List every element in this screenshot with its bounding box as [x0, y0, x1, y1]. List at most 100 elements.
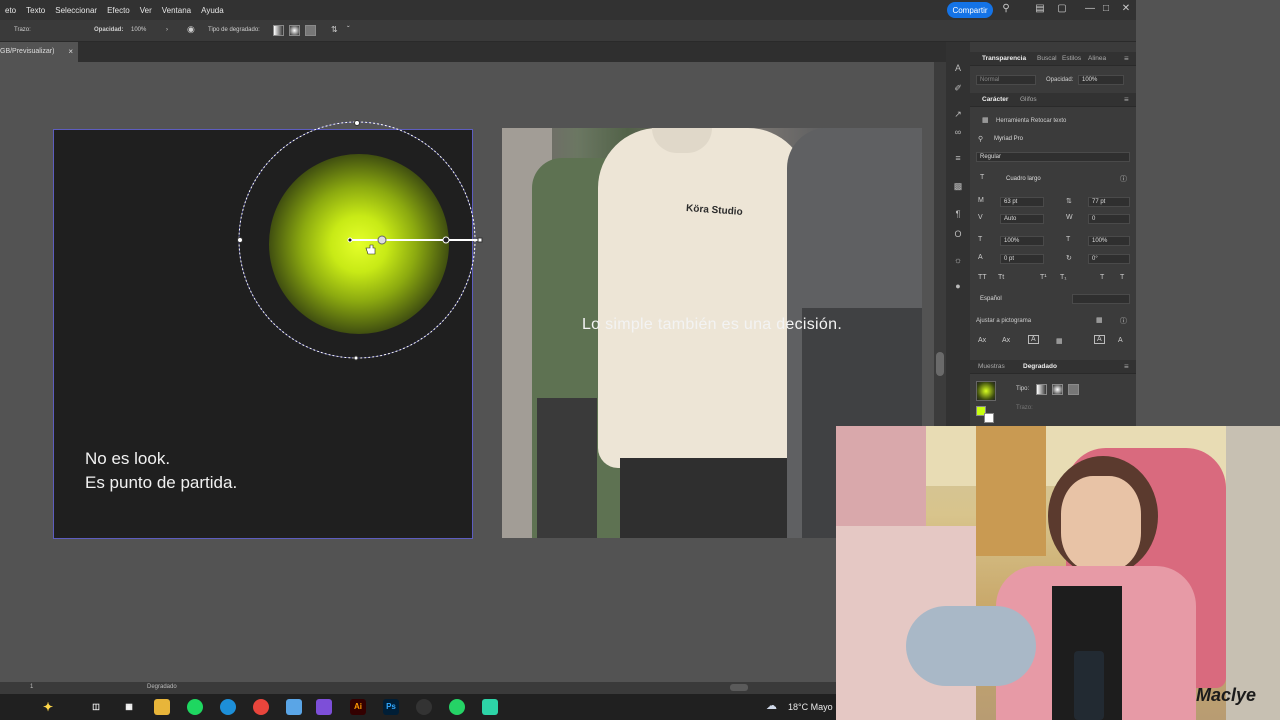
glyph-bounds-snap-icon[interactable]: A [1028, 335, 1039, 344]
anti-alias-select[interactable] [1072, 294, 1130, 304]
weather-text[interactable]: 18°C Mayo [788, 702, 833, 712]
artboard-number[interactable]: 1 [30, 684, 33, 690]
scrollbar-thumb[interactable] [936, 352, 944, 376]
snap-options-icon[interactable]: ▦ [1096, 316, 1103, 324]
menu-item-ventana[interactable]: Ventana [157, 6, 196, 15]
radial-type-icon[interactable] [1052, 384, 1063, 395]
radial-gradient-icon[interactable] [289, 25, 300, 36]
touch-type-tool-label[interactable]: Herramienta Retocar texto [996, 118, 1066, 124]
baseline-shift-field[interactable]: 0 pt [1000, 254, 1044, 264]
obs-icon[interactable] [416, 699, 432, 715]
document-tab[interactable]: GB/Previsualizar) × [0, 42, 78, 62]
tab-glifos[interactable]: Glifos [1020, 96, 1037, 103]
menu-item-objeto[interactable]: eto [0, 6, 21, 15]
recolor-icon[interactable]: ◉ [187, 24, 195, 35]
canvas[interactable]: No es look. Es punto de partida. Köra St… [0, 62, 946, 682]
menu-item-ver[interactable]: Ver [135, 6, 157, 15]
tab-transparencia[interactable]: Transparencia [982, 55, 1026, 62]
notes-app-icon[interactable] [286, 699, 302, 715]
panel-menu-icon[interactable]: ≡ [1124, 54, 1129, 63]
underline-icon[interactable]: T [1100, 274, 1104, 281]
linear-type-icon[interactable] [1036, 384, 1047, 395]
task-view-icon[interactable]: ◫ [88, 699, 104, 715]
chevron-right-icon[interactable]: › [166, 27, 168, 33]
tab-estilos[interactable]: Estilos [1062, 55, 1081, 62]
language-select[interactable]: Español [976, 294, 1030, 304]
app-green-icon[interactable] [482, 699, 498, 715]
paragraph-icon[interactable]: ¶ [952, 208, 964, 220]
character-rotation-field[interactable]: 0° [1088, 254, 1130, 264]
panel-menu-icon[interactable]: ≡ [1124, 95, 1129, 104]
search-icon[interactable]: ⚲ [1000, 3, 1012, 15]
all-caps-icon[interactable]: TT [978, 274, 987, 281]
info-icon[interactable]: ⓘ [1120, 174, 1127, 184]
tab-muestras[interactable]: Muestras [978, 363, 1005, 370]
minimize-icon[interactable]: — [1084, 3, 1096, 15]
arrange-documents-icon[interactable]: ▤ [1034, 3, 1046, 15]
brush-icon[interactable]: ✐ [952, 82, 964, 94]
size-option-select[interactable]: Cuadro largo [1002, 174, 1112, 184]
twitch-icon[interactable] [316, 699, 332, 715]
font-family-field[interactable]: Myriad Pro [990, 134, 1122, 144]
transform-icon[interactable]: ▩ [952, 180, 964, 192]
links-icon[interactable]: ∞ [952, 126, 964, 138]
export-icon[interactable]: ↗ [952, 108, 964, 120]
tab-degradado[interactable]: Degradado [1023, 363, 1057, 370]
menu-item-ayuda[interactable]: Ayuda [196, 6, 229, 15]
file-explorer-icon[interactable] [154, 699, 170, 715]
proximity-guides-icon[interactable]: ▦ [1056, 337, 1063, 345]
tab-buscal[interactable]: Buscal [1037, 55, 1057, 62]
maximize-icon[interactable]: □ [1100, 3, 1112, 15]
stroke-color-swatch[interactable] [984, 413, 994, 423]
anchor-point-icon[interactable]: A [1118, 337, 1123, 344]
edge-icon[interactable] [220, 699, 236, 715]
horizontal-scrollbar-thumb[interactable] [730, 684, 748, 691]
gradient-preview-swatch[interactable] [976, 381, 996, 401]
panel-menu-icon[interactable]: ≡ [1124, 362, 1129, 371]
menu-item-efecto[interactable]: Efecto [102, 6, 135, 15]
snap-info-icon[interactable]: ⓘ [1120, 316, 1127, 326]
menu-item-seleccionar[interactable]: Seleccionar [50, 6, 102, 15]
illustrator-icon[interactable]: Ai [350, 699, 366, 715]
angular-guides-icon[interactable]: A [1094, 335, 1105, 344]
photoshop-icon[interactable]: Ps [383, 699, 399, 715]
chevron-down-icon[interactable]: ˇ [347, 25, 350, 34]
copilot-sparkle-icon[interactable]: ✦ [40, 699, 56, 715]
align-panel-icon[interactable]: ≡ [952, 152, 964, 164]
close-tab-icon[interactable]: × [68, 47, 73, 56]
tab-caracter[interactable]: Carácter [982, 96, 1008, 103]
opentype-icon[interactable]: O [952, 228, 964, 240]
horizontal-scale-field[interactable]: 100% [1088, 236, 1130, 246]
subscript-icon[interactable]: T₁ [1060, 274, 1067, 281]
leading-field[interactable]: 77 pt [1088, 197, 1130, 207]
type-tool-icon[interactable]: A [952, 62, 964, 74]
linear-gradient-icon[interactable] [273, 25, 284, 36]
widgets-icon[interactable]: ▦ [121, 699, 137, 715]
menu-item-texto[interactable]: Texto [21, 6, 50, 15]
share-button[interactable]: Compartir [947, 2, 993, 18]
blend-mode-select[interactable]: Normal [976, 75, 1036, 85]
freeform-gradient-icon[interactable] [305, 25, 316, 36]
small-caps-icon[interactable]: Tt [998, 274, 1004, 281]
spotify-icon[interactable] [187, 699, 203, 715]
strikethrough-icon[interactable]: T [1120, 274, 1124, 281]
sun-icon[interactable]: ☼ [952, 254, 964, 266]
font-search-icon[interactable]: ⚲ [978, 135, 983, 143]
font-style-field[interactable]: Regular [976, 152, 1130, 162]
opacity-value[interactable]: 100% [131, 27, 146, 33]
chrome-icon[interactable] [253, 699, 269, 715]
whatsapp-icon[interactable] [449, 699, 465, 715]
freeform-type-icon[interactable] [1068, 384, 1079, 395]
tab-alinea[interactable]: Alinea [1088, 55, 1106, 62]
panel-opacity-field[interactable]: 100% [1078, 75, 1124, 85]
x-height-snap-icon[interactable]: Ax [1002, 337, 1010, 344]
kerning-field[interactable]: Auto [1000, 214, 1044, 224]
close-window-icon[interactable]: ✕ [1120, 3, 1132, 15]
size-icon[interactable]: T [980, 174, 984, 181]
color-guide-icon[interactable]: ● [952, 280, 964, 292]
font-size-field[interactable]: 63 pt [1000, 197, 1044, 207]
superscript-icon[interactable]: T¹ [1040, 274, 1047, 281]
tracking-field[interactable]: 0 [1088, 214, 1130, 224]
vertical-scale-field[interactable]: 100% [1000, 236, 1044, 246]
touch-type-icon[interactable]: ▦ [982, 116, 989, 124]
